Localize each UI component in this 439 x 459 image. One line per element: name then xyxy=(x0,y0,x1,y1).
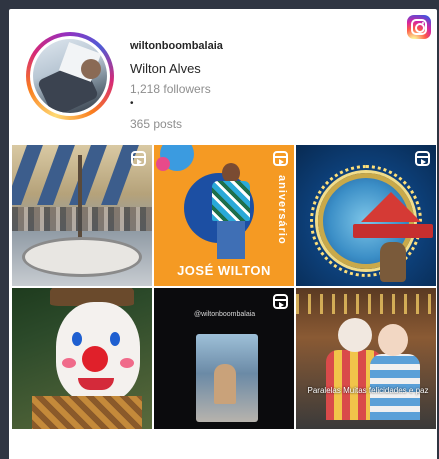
post-thumbnail-6[interactable]: Paralelas Muitas felicidades e paz xyxy=(296,288,436,429)
post-overlay-caption: @wiltonboombalaia xyxy=(194,311,256,318)
post-overlay-side-text: aniversário xyxy=(276,175,288,245)
instagram-icon[interactable] xyxy=(407,15,431,39)
profile-full-name: Wilton Alves xyxy=(130,61,201,76)
avatar-image xyxy=(33,39,107,113)
posts-grid: aniversário JOSÉ WILTON @wiltonboombalai… xyxy=(12,145,436,431)
post-overlay-caption: Paralelas Muitas felicidades e paz xyxy=(307,386,429,395)
stats-separator: • xyxy=(130,98,134,109)
followers-count: 1,218 followers xyxy=(130,82,211,96)
instagram-profile-card: wiltonboombalaia Wilton Alves 1,218 foll… xyxy=(9,9,437,459)
post-thumbnail-4[interactable] xyxy=(12,288,152,429)
reel-icon xyxy=(415,151,430,166)
post-overlay-name: JOSÉ WILTON xyxy=(177,263,271,278)
post-thumbnail-5[interactable]: @wiltonboombalaia xyxy=(154,288,294,429)
posts-count: 365 posts xyxy=(130,117,183,131)
reel-icon xyxy=(273,294,288,309)
profile-avatar[interactable] xyxy=(26,32,114,120)
profile-username[interactable]: wiltonboombalaia xyxy=(130,40,223,52)
post-thumbnail-1[interactable] xyxy=(12,145,152,286)
post-thumbnail-3[interactable] xyxy=(296,145,436,286)
reel-icon xyxy=(273,151,288,166)
reel-icon xyxy=(131,151,146,166)
post-thumbnail-2[interactable]: aniversário JOSÉ WILTON xyxy=(154,145,294,286)
